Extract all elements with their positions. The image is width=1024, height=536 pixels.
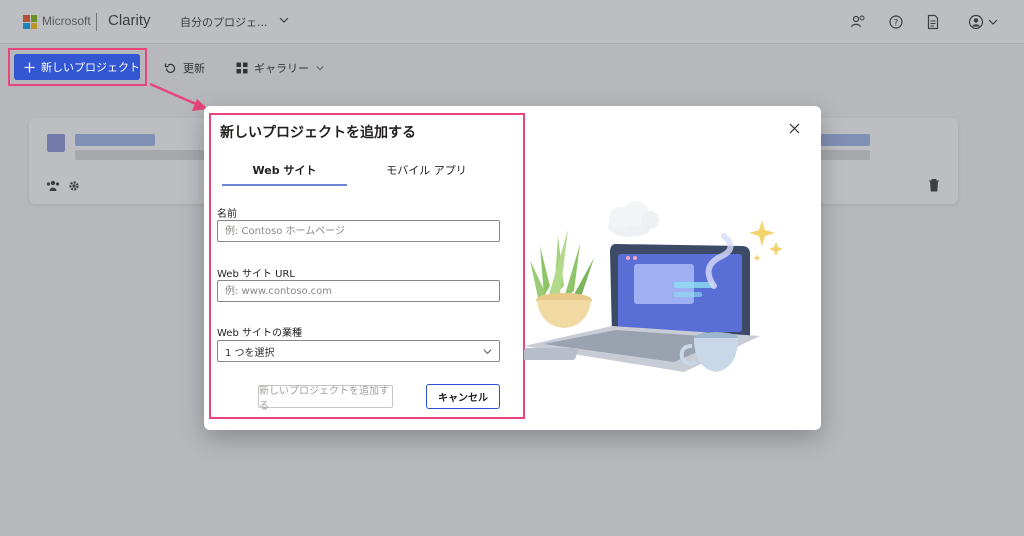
close-icon bbox=[789, 123, 799, 133]
industry-label: Web サイトの業種 bbox=[217, 328, 302, 339]
new-project-highlight-front bbox=[8, 48, 147, 86]
new-project-dialog: 新しいプロジェクトを追加する Web サイト モバイル アプリ 名前 Web サ… bbox=[204, 106, 821, 430]
laptop-plant-illustration bbox=[524, 201, 783, 372]
dialog-title: 新しいプロジェクトを追加する bbox=[220, 125, 416, 141]
add-project-button[interactable]: 新しいプロジェクトを追加する bbox=[258, 385, 393, 412]
chevron-down-icon bbox=[483, 348, 492, 354]
url-label: Web サイト URL bbox=[217, 269, 295, 280]
name-input[interactable] bbox=[217, 220, 500, 242]
tab-active-indicator bbox=[222, 184, 347, 186]
close-button[interactable] bbox=[786, 120, 802, 136]
plant-icon bbox=[530, 230, 594, 328]
cloud-icon bbox=[608, 201, 659, 237]
sparkle-icon bbox=[749, 220, 783, 262]
url-input[interactable] bbox=[217, 280, 500, 302]
tab-website[interactable]: Web サイト bbox=[222, 162, 347, 186]
industry-select[interactable]: 1 つを選択 bbox=[217, 340, 500, 362]
cancel-button[interactable]: キャンセル bbox=[426, 384, 500, 409]
name-label: 名前 bbox=[217, 209, 237, 220]
tab-mobile-app[interactable]: モバイル アプリ bbox=[364, 162, 489, 186]
industry-value: 1 つを選択 bbox=[225, 347, 275, 359]
